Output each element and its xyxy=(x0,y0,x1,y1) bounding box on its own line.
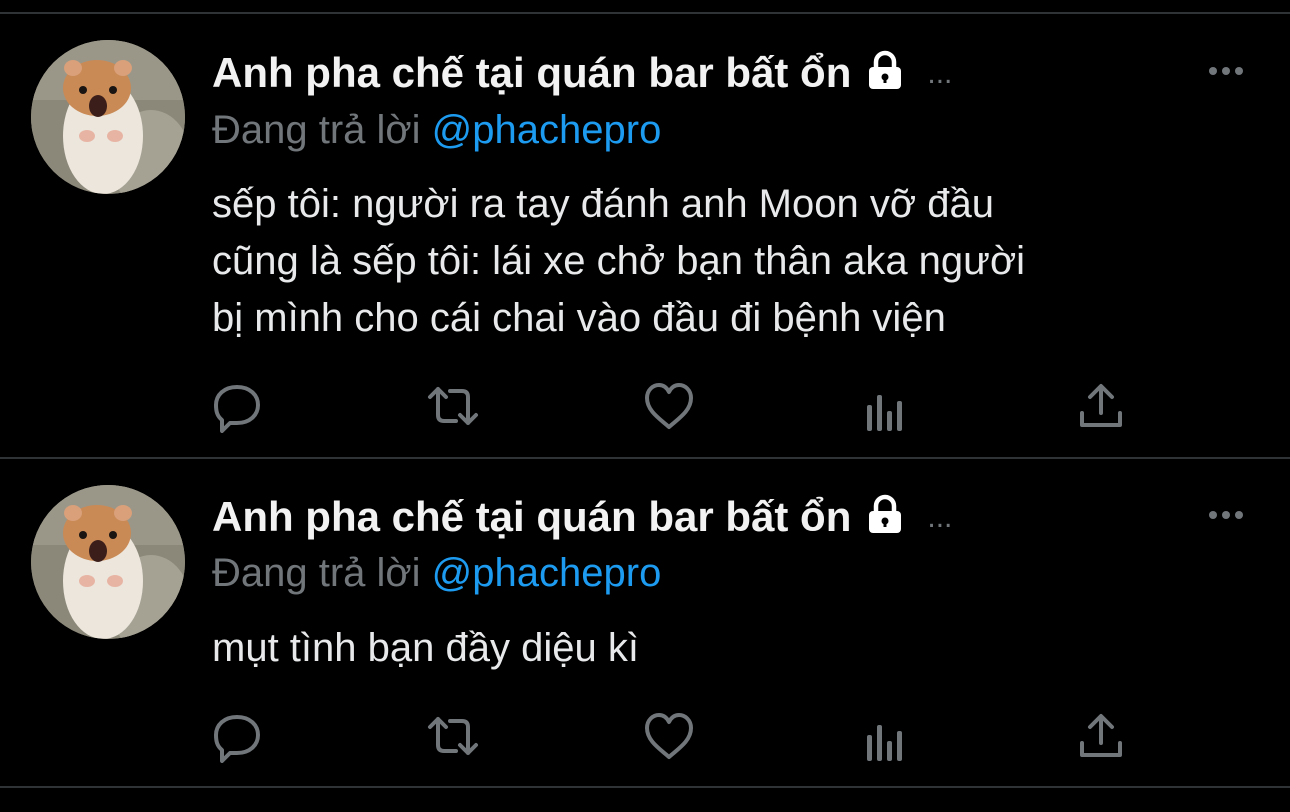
tweet-text-line: mụt tình bạn đầy diệu kì xyxy=(212,626,639,670)
tweet-text: sếp tôi: người ra tay đánh anh Moon vỡ đ… xyxy=(212,176,1025,347)
more-options-icon[interactable] xyxy=(1204,500,1248,530)
display-name[interactable]: Anh pha chế tại quán bar bất ổn xyxy=(212,49,851,96)
retweet-button[interactable] xyxy=(426,709,480,763)
share-button[interactable] xyxy=(1074,709,1128,763)
reply-button[interactable] xyxy=(210,709,264,763)
like-button[interactable] xyxy=(642,709,696,763)
like-button[interactable] xyxy=(642,379,696,433)
lock-icon xyxy=(863,50,907,101)
tweet-header: Anh pha chế tại quán bar bất ổn... xyxy=(212,48,952,101)
name-truncation: ... xyxy=(927,501,953,534)
analytics-button[interactable] xyxy=(858,383,912,437)
reply-icon xyxy=(214,715,260,763)
more-options-icon[interactable] xyxy=(1204,56,1248,86)
avatar[interactable] xyxy=(31,40,185,194)
tweet-text-line: sếp tôi: người ra tay đánh anh Moon vỡ đ… xyxy=(212,182,994,226)
name-truncation: ... xyxy=(927,57,953,90)
avatar[interactable] xyxy=(31,485,185,639)
like-icon xyxy=(645,713,693,759)
tweet-text: mụt tình bạn đầy diệu kì xyxy=(212,620,639,677)
like-icon xyxy=(645,383,693,429)
tweet[interactable]: Anh pha chế tại quán bar bất ổn... Đang … xyxy=(0,459,1290,786)
reply-handle-link[interactable]: @phachepro xyxy=(432,108,662,152)
display-name[interactable]: Anh pha chế tại quán bar bất ổn xyxy=(212,493,851,540)
tweet-header: Anh pha chế tại quán bar bất ổn... xyxy=(212,492,952,545)
analytics-icon xyxy=(867,725,902,761)
replying-to: Đang trả lời @phachepro xyxy=(212,548,661,598)
tweet-text-line: bị mình cho cái chai vào đầu đi bệnh việ… xyxy=(212,296,946,340)
replying-to-label: Đang trả lời xyxy=(212,108,421,152)
analytics-icon xyxy=(867,395,902,431)
reply-icon xyxy=(214,385,260,433)
retweet-icon xyxy=(428,717,478,755)
analytics-button[interactable] xyxy=(858,713,912,767)
share-icon xyxy=(1080,714,1122,757)
reply-button[interactable] xyxy=(210,379,264,433)
tweet-divider xyxy=(0,786,1290,788)
replying-to-label: Đang trả lời xyxy=(212,551,421,595)
tweet-text-line: cũng là sếp tôi: lái xe chở bạn thân aka… xyxy=(212,239,1026,283)
tweet[interactable]: Anh pha chế tại quán bar bất ổn... Đang … xyxy=(0,14,1290,457)
lock-icon xyxy=(863,494,907,545)
replying-to: Đang trả lời @phachepro xyxy=(212,105,661,155)
share-icon xyxy=(1080,384,1122,427)
share-button[interactable] xyxy=(1074,379,1128,433)
retweet-icon xyxy=(428,387,478,425)
retweet-button[interactable] xyxy=(426,379,480,433)
reply-handle-link[interactable]: @phachepro xyxy=(432,551,662,595)
